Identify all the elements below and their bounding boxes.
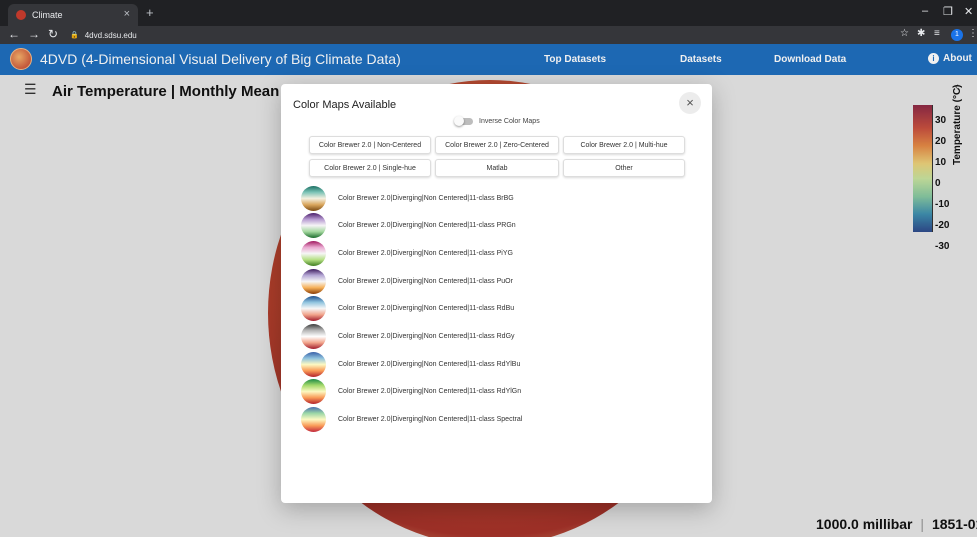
color-map-swatch-icon[interactable] <box>301 240 326 266</box>
color-map-name[interactable]: Color Brewer 2.0|Diverging|Non Centered|… <box>338 278 513 285</box>
color-maps-dialog: Color Maps Available × Inverse Color Map… <box>281 84 712 503</box>
color-map-item[interactable]: Color Brewer 2.0|Diverging|Non Centered|… <box>301 379 521 405</box>
color-map-item[interactable]: Color Brewer 2.0|Diverging|Non Centered|… <box>301 296 514 322</box>
reading-list-icon[interactable]: ≡ <box>934 28 940 39</box>
browser-tab-bar: Climate × + – ❐ ✕ <box>0 0 977 26</box>
address-bar[interactable]: 🔒 4dvd.sdsu.edu <box>70 28 890 42</box>
inverse-color-maps-toggle[interactable]: Inverse Color Maps <box>454 116 540 126</box>
category-label: Color Brewer 2.0 | Multi-hue <box>580 141 668 149</box>
lock-icon: 🔒 <box>70 32 79 39</box>
category-label: Color Brewer 2.0 | Single-hue <box>324 164 416 172</box>
window-close-icon[interactable]: ✕ <box>964 5 973 18</box>
category-label: Color Brewer 2.0 | Zero-Centered <box>445 141 549 149</box>
maximize-icon[interactable]: ❐ <box>943 5 953 18</box>
color-map-name[interactable]: Color Brewer 2.0|Diverging|Non Centered|… <box>338 222 516 229</box>
category-button[interactable]: Other <box>563 159 685 177</box>
toggle-label: Inverse Color Maps <box>479 118 540 125</box>
tab-close-icon[interactable]: × <box>124 8 130 20</box>
url-text: 4dvd.sdsu.edu <box>84 30 137 40</box>
category-button[interactable]: Color Brewer 2.0 | Multi-hue <box>563 136 685 154</box>
category-label: Matlab <box>486 164 508 172</box>
category-button[interactable]: Color Brewer 2.0 | Zero-Centered <box>435 136 559 154</box>
category-button[interactable]: Color Brewer 2.0 | Non-Centered <box>309 136 431 154</box>
color-map-item[interactable]: Color Brewer 2.0|Diverging|Non Centered|… <box>301 407 522 433</box>
color-map-swatch-icon[interactable] <box>301 351 326 377</box>
new-tab-icon[interactable]: + <box>146 5 154 20</box>
color-map-name[interactable]: Color Brewer 2.0|Diverging|Non Centered|… <box>338 416 522 423</box>
color-map-swatch-icon[interactable] <box>301 213 326 239</box>
category-button[interactable]: Color Brewer 2.0 | Single-hue <box>309 159 431 177</box>
close-button[interactable]: × <box>679 92 701 114</box>
color-map-swatch-icon[interactable] <box>301 296 326 322</box>
color-map-item[interactable]: Color Brewer 2.0|Diverging|Non Centered|… <box>301 324 515 350</box>
site-favicon-icon <box>16 10 26 20</box>
forward-icon[interactable]: → <box>28 27 40 41</box>
color-map-name[interactable]: Color Brewer 2.0|Diverging|Non Centered|… <box>338 250 513 257</box>
color-map-swatch-icon[interactable] <box>301 407 326 433</box>
color-map-item[interactable]: Color Brewer 2.0|Diverging|Non Centered|… <box>301 185 514 211</box>
browser-toolbar: ← → ↻ 🔒 4dvd.sdsu.edu ☆ ✱ ≡ 1 ⋮ <box>0 26 977 44</box>
color-map-name[interactable]: Color Brewer 2.0|Diverging|Non Centered|… <box>338 305 514 312</box>
bookmark-star-icon[interactable]: ☆ <box>900 28 909 39</box>
tab-title: Climate <box>32 10 63 20</box>
color-map-item[interactable]: Color Brewer 2.0|Diverging|Non Centered|… <box>301 268 513 294</box>
color-map-item[interactable]: Color Brewer 2.0|Diverging|Non Centered|… <box>301 351 520 377</box>
reload-icon[interactable]: ↻ <box>48 27 58 41</box>
minimize-icon[interactable]: – <box>922 5 928 17</box>
color-map-item[interactable]: Color Brewer 2.0|Diverging|Non Centered|… <box>301 240 513 266</box>
back-icon[interactable]: ← <box>8 27 20 41</box>
color-map-swatch-icon[interactable] <box>301 324 326 349</box>
color-map-name[interactable]: Color Brewer 2.0|Diverging|Non Centered|… <box>338 361 520 368</box>
color-map-swatch-icon[interactable] <box>301 379 326 405</box>
toggle-switch[interactable] <box>454 116 473 126</box>
dialog-title: Color Maps Available <box>293 99 397 111</box>
color-map-swatch-icon[interactable] <box>301 268 326 294</box>
color-map-name[interactable]: Color Brewer 2.0|Diverging|Non Centered|… <box>338 195 514 202</box>
category-button[interactable]: Matlab <box>435 159 559 177</box>
color-map-swatch-icon[interactable] <box>301 185 326 211</box>
color-map-item[interactable]: Color Brewer 2.0|Diverging|Non Centered|… <box>301 213 516 239</box>
color-map-name[interactable]: Color Brewer 2.0|Diverging|Non Centered|… <box>338 333 515 340</box>
browser-tab[interactable]: Climate × <box>8 4 138 26</box>
profile-avatar[interactable]: 1 <box>951 29 963 41</box>
browser-menu-icon[interactable]: ⋮ <box>968 28 977 39</box>
color-map-name[interactable]: Color Brewer 2.0|Diverging|Non Centered|… <box>338 388 521 395</box>
extensions-icon[interactable]: ✱ <box>917 28 925 39</box>
category-label: Other <box>615 164 633 172</box>
category-label: Color Brewer 2.0 | Non-Centered <box>318 141 422 149</box>
